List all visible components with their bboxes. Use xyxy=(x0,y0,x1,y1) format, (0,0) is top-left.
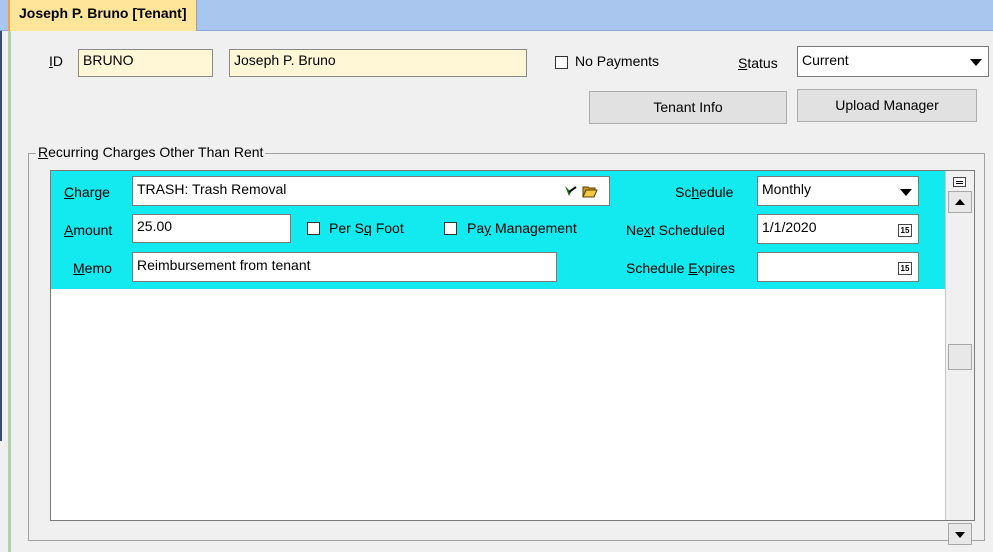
status-value: Current xyxy=(802,52,849,68)
next-scheduled-field[interactable]: 1/1/2020 15 xyxy=(757,214,919,244)
dropdown-arrow-icon[interactable] xyxy=(900,189,912,196)
pay-management-label: Pay Management xyxy=(467,220,577,236)
charge-value: TRASH: Trash Removal xyxy=(137,181,287,197)
memo-label: Memo xyxy=(73,260,112,276)
id-field[interactable]: BRUNO xyxy=(78,49,213,77)
record-nav-icon[interactable] xyxy=(953,177,966,187)
vertical-scrollbar[interactable] xyxy=(945,171,974,545)
recurring-charges-title: Recurring Charges Other Than Rent xyxy=(36,144,266,160)
name-field[interactable]: Joseph P. Bruno xyxy=(229,49,527,77)
next-scheduled-label: Next Scheduled xyxy=(626,222,725,238)
id-label: ID xyxy=(49,53,64,69)
calendar-icon[interactable]: 15 xyxy=(898,262,912,275)
scroll-up-icon xyxy=(955,199,965,205)
schedule-select[interactable]: Monthly xyxy=(757,176,919,206)
per-sq-foot-label: Per Sq Foot xyxy=(329,220,404,236)
schedule-value: Monthly xyxy=(762,181,812,197)
status-label: Status xyxy=(738,55,778,71)
calendar-icon[interactable]: 15 xyxy=(898,224,912,237)
pay-management-checkbox[interactable] xyxy=(444,222,457,235)
tenant-info-button[interactable]: Tenant Info xyxy=(589,91,787,124)
charge-label: Charge xyxy=(64,184,110,200)
no-payments-checkbox[interactable] xyxy=(555,56,568,69)
schedule-expires-label: Schedule Expires xyxy=(626,260,735,276)
left-accent xyxy=(8,31,11,552)
schedule-label: Schedule xyxy=(675,184,734,200)
scroll-thumb[interactable] xyxy=(948,344,972,370)
per-sq-foot-checkbox[interactable] xyxy=(307,222,320,235)
schedule-expires-field[interactable]: 15 xyxy=(757,252,919,282)
pick-icon[interactable] xyxy=(563,183,579,199)
amount-label: Amount xyxy=(64,222,113,238)
scroll-down-button[interactable] xyxy=(948,523,972,545)
no-payments-label: No Payments xyxy=(575,53,660,69)
scroll-up-button[interactable] xyxy=(948,191,972,213)
upload-manager-button[interactable]: Upload Manager xyxy=(797,89,977,122)
charge-field[interactable]: TRASH: Trash Removal xyxy=(132,176,610,206)
left-border xyxy=(0,31,2,441)
scroll-down-icon xyxy=(955,532,965,538)
status-select[interactable]: Current xyxy=(797,46,989,77)
window-tab[interactable]: Joseph P. Bruno [Tenant] xyxy=(8,0,197,31)
dropdown-arrow-icon[interactable] xyxy=(970,59,982,66)
amount-field[interactable]: 25.00 xyxy=(132,214,291,243)
folder-open-icon[interactable] xyxy=(582,183,598,199)
memo-field[interactable]: Reimbursement from tenant xyxy=(132,252,557,282)
next-scheduled-value: 1/1/2020 xyxy=(762,219,817,235)
